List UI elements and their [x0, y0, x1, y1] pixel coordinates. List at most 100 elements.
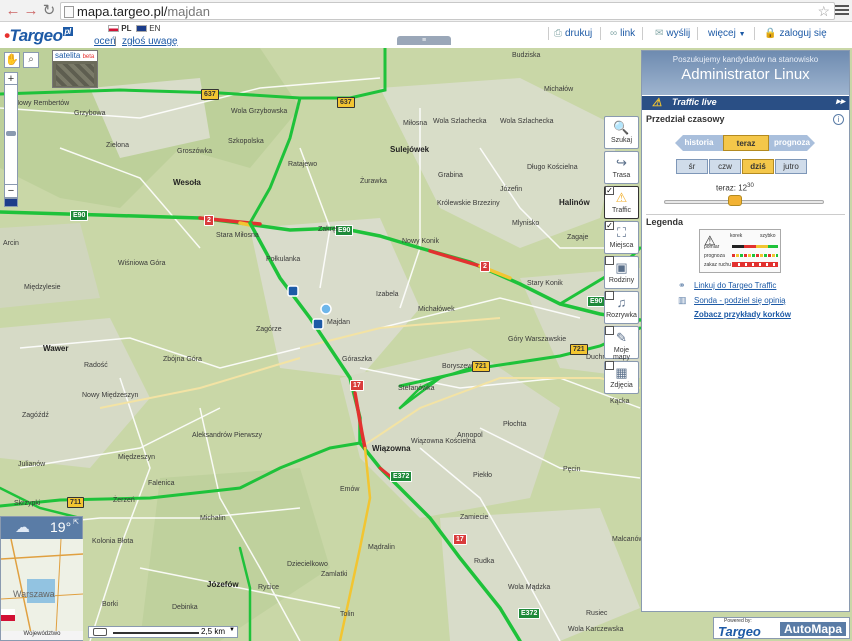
report-link[interactable]: zgłoś uwagę: [122, 36, 178, 47]
route-layer-button[interactable]: ↪ Trasa: [604, 151, 639, 184]
entertainment-checkbox[interactable]: [605, 291, 614, 300]
place-label: Dziecielkowo: [287, 561, 328, 568]
photos-checkbox[interactable]: [605, 361, 614, 370]
place-label: Groszówka: [177, 148, 213, 155]
partly-cloudy-icon: ☁: [15, 519, 30, 536]
day-button[interactable]: jutro: [775, 159, 807, 174]
place-label: Międzeszyn: [118, 454, 155, 461]
place-label: Wola Mądzka: [508, 584, 551, 591]
collapse-panel-icon[interactable]: ▸▸: [836, 96, 845, 107]
header-collapse-tab[interactable]: ≡: [397, 36, 451, 45]
job-ad-banner[interactable]: Poszukujemy kandydatów na stanowisko Adm…: [642, 51, 849, 95]
mode-forecast-button[interactable]: prognoza: [769, 135, 815, 151]
place-label: Aleksandrów Pierwszy: [192, 432, 263, 439]
browser-toolbar: ← → ↻ mapa.targeo.pl/majdan ☆: [0, 0, 852, 22]
expand-icon[interactable]: ⇱: [73, 518, 79, 526]
weather-minimap[interactable]: Warszawa: [1, 539, 83, 633]
url-text: mapa.targeo.pl/majdan: [77, 4, 210, 19]
mode-history-button[interactable]: historia: [675, 135, 723, 151]
satellite-thumbnail: [56, 64, 94, 86]
road-shield: E372: [390, 471, 413, 482]
day-button-active[interactable]: dziś: [742, 159, 774, 174]
road-shield: E90: [70, 210, 89, 221]
mail-icon: ✉: [655, 28, 664, 39]
place-label: Borki: [102, 601, 118, 608]
automapa-logo: AutoMapa: [780, 622, 846, 636]
day-button[interactable]: czw: [709, 159, 741, 174]
place-label: Nowy Konik: [402, 238, 439, 245]
weather-city: Warszawa: [13, 589, 55, 599]
place-label: Budziska: [512, 52, 541, 59]
time-slider[interactable]: [664, 200, 824, 204]
map-scale: 2,5 km ▼: [88, 626, 238, 638]
place-label: Wola Szlachecka: [433, 118, 487, 125]
keyboard-icon[interactable]: [93, 628, 107, 636]
link-icon: ⚭: [678, 280, 686, 290]
powered-by-badge[interactable]: Powered by: Targeo AutoMapa: [713, 617, 850, 639]
place-label: Zagaje: [567, 234, 589, 241]
traffic-checkbox[interactable]: ✓: [605, 186, 614, 195]
reload-icon[interactable]: ↻: [40, 2, 58, 20]
print-icon: ⎙: [554, 28, 562, 39]
place-label: Boryszew: [442, 363, 473, 370]
place-label: Arcin: [3, 240, 19, 247]
pan-tool-icon[interactable]: ✋: [4, 52, 20, 68]
zoom-out-button[interactable]: −: [4, 184, 18, 198]
place-label: Malcanów: [612, 536, 644, 543]
place-label: Pęcin: [563, 466, 581, 473]
place-label: Michalin: [200, 515, 226, 522]
place-label: Mlynisko: [512, 220, 540, 227]
place-label: Międzylesie: [24, 284, 61, 291]
road-shield: 2: [204, 215, 214, 226]
place-label: Skrzypki: [14, 500, 41, 507]
my-maps-checkbox[interactable]: [605, 326, 614, 335]
place-label: Zagórze: [256, 326, 282, 333]
zoom-slider[interactable]: [4, 84, 18, 200]
place-label: Annopol: [457, 432, 483, 439]
browser-menu-icon[interactable]: [835, 3, 849, 17]
address-bar[interactable]: mapa.targeo.pl/majdan ☆: [60, 2, 835, 20]
road-shield: 637: [201, 89, 219, 100]
send-button[interactable]: ✉ wyślij: [655, 28, 690, 39]
bookmark-star-icon[interactable]: ☆: [817, 3, 830, 20]
time-slider-knob[interactable]: [728, 195, 742, 206]
place-label: Wiśniowa Góra: [118, 260, 166, 267]
mode-now-button[interactable]: teraz: [723, 135, 769, 151]
weather-caption: Województwo: [1, 631, 83, 640]
chevron-down-icon: ▼: [738, 31, 746, 38]
day-button[interactable]: śr: [676, 159, 708, 174]
targeo-logo[interactable]: •Targeo pl: [4, 26, 73, 46]
places-checkbox[interactable]: ✓: [605, 221, 614, 230]
road-shield: E90: [587, 296, 606, 307]
zoom-slider-knob[interactable]: [6, 131, 16, 136]
more-button[interactable]: więcej ▼: [708, 28, 746, 39]
place-label: Góraszka: [342, 356, 372, 363]
route-icon: ↪: [616, 155, 627, 170]
weather-widget[interactable]: ☁ 19° ⇱ Warszawa Województwo: [0, 516, 83, 641]
family-checkbox[interactable]: [605, 256, 614, 265]
lang-pl[interactable]: PL: [108, 24, 131, 33]
road-shield: 721: [472, 361, 490, 372]
place-label: Żurawka: [360, 178, 387, 185]
scale-dropdown-icon[interactable]: ▼: [229, 627, 235, 633]
lang-en[interactable]: EN: [136, 24, 160, 33]
help-icon[interactable]: i: [833, 114, 844, 125]
examples-link[interactable]: Zobacz przykłady korków: [694, 310, 791, 319]
poll-link[interactable]: Sonda - podziel się opinią: [694, 296, 786, 305]
search-layer-button[interactable]: 🔍 Szukaj: [604, 116, 639, 149]
forward-icon[interactable]: →: [22, 2, 40, 20]
ad-subtitle: Poszukujemy kandydatów na stanowisko: [672, 55, 819, 64]
link-to-traffic[interactable]: Linkuj do Targeo Traffic: [694, 281, 776, 290]
place-label: Stefanówka: [398, 385, 435, 392]
time-label: teraz: 1230: [716, 183, 754, 193]
satellite-toggle[interactable]: satelita beta: [52, 50, 98, 88]
zoom-tool-icon[interactable]: ⌕: [23, 52, 39, 68]
place-label: Radość: [84, 362, 108, 369]
back-icon[interactable]: ←: [4, 2, 22, 20]
login-button[interactable]: 🔒 zaloguj się: [764, 28, 827, 39]
place-label: Grzybowa: [74, 110, 106, 117]
place-label: Długo Kościelna: [527, 164, 578, 171]
print-button[interactable]: ⎙ drukuj: [554, 28, 592, 39]
rate-link[interactable]: oceń: [94, 36, 116, 47]
link-button[interactable]: ∞ link: [610, 28, 635, 39]
